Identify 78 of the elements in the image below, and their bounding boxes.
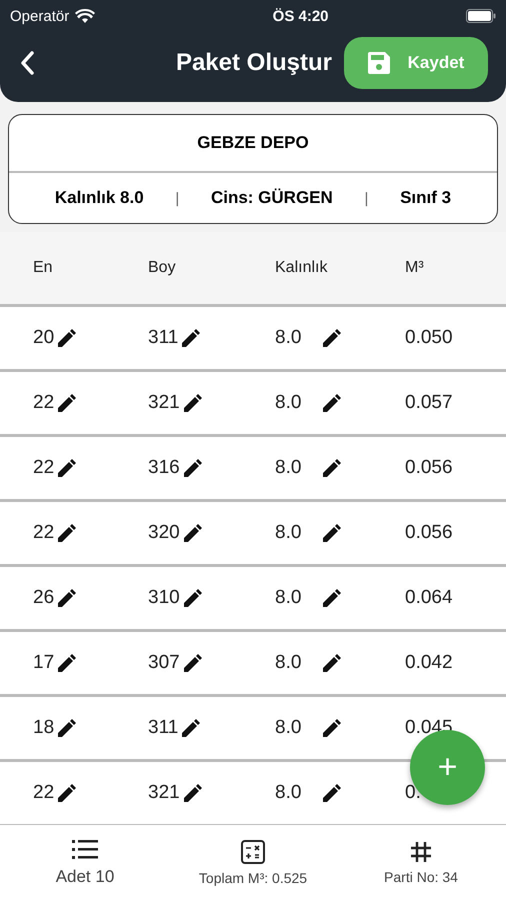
table-cell: 22 — [33, 392, 54, 414]
edit-icon[interactable] — [58, 654, 76, 672]
edit-icon[interactable] — [323, 524, 342, 542]
table-cell: 321 — [148, 392, 180, 414]
edit-icon[interactable] — [58, 459, 76, 477]
edit-icon[interactable] — [184, 524, 202, 542]
table-cell: 311 — [148, 327, 178, 349]
edit-icon[interactable] — [58, 784, 76, 802]
edit-icon[interactable] — [184, 784, 202, 802]
table-cell: 307 — [148, 652, 180, 674]
status-time: ÖS 4:20 — [272, 8, 329, 24]
table-cell: 8.0 — [275, 717, 302, 739]
numbered-list-icon — [72, 838, 98, 860]
table-cell: 8.0 — [275, 457, 302, 479]
page-title: Paket Oluştur — [176, 49, 332, 77]
table-cell: 0.057 — [405, 392, 453, 414]
bottom-bar-label: Toplam M³: 0.525 — [198, 870, 308, 886]
info-detail: Kalınlık 8.0 — [54, 188, 144, 208]
table-cell: 20 — [33, 327, 54, 349]
table-cell: 0.056 — [405, 457, 453, 479]
table-cell: 26 — [33, 587, 54, 609]
battery-icon — [466, 9, 496, 23]
carrier-name: Operatör — [10, 8, 70, 24]
edit-icon[interactable] — [184, 459, 202, 477]
bottom-bar-label: Adet 10 — [56, 866, 114, 886]
table-cell: 22 — [33, 522, 54, 544]
table-cell: 8.0 — [275, 782, 302, 804]
edit-icon[interactable] — [323, 719, 342, 737]
table-cell: 0.064 — [405, 587, 453, 609]
table-cell: 8.0 — [275, 327, 302, 349]
table-cell: 22 — [33, 782, 54, 804]
edit-icon[interactable] — [323, 394, 342, 412]
calculator-icon — [241, 840, 265, 864]
separator: | — [364, 190, 368, 206]
table-cell: 8.0 — [275, 587, 302, 609]
table-cell: 321 — [148, 782, 180, 804]
wifi-icon — [75, 8, 96, 24]
column-header: Kalınlık — [275, 259, 328, 277]
table-cell: 0.056 — [405, 522, 453, 544]
edit-icon[interactable] — [58, 589, 76, 607]
edit-icon[interactable] — [323, 784, 342, 802]
column-header: En — [33, 259, 54, 277]
table-cell: 8.0 — [275, 522, 302, 544]
back-button[interactable] — [20, 51, 34, 75]
edit-icon[interactable] — [58, 394, 76, 412]
column-header: M³ — [405, 259, 425, 277]
table-cell: 311 — [148, 717, 178, 739]
edit-icon[interactable] — [184, 654, 202, 672]
table-cell: 17 — [33, 652, 54, 674]
edit-icon[interactable] — [182, 329, 200, 347]
table-cell: 316 — [148, 457, 180, 479]
edit-icon[interactable] — [323, 589, 342, 607]
bottom-bar-label: Parti No: 34 — [384, 868, 458, 884]
table-cell: 310 — [148, 587, 180, 609]
edit-icon[interactable] — [182, 719, 200, 737]
table-cell: 8.0 — [275, 652, 302, 674]
edit-icon[interactable] — [323, 654, 342, 672]
column-header: Boy — [148, 259, 177, 277]
edit-icon[interactable] — [323, 329, 342, 347]
edit-icon[interactable] — [58, 329, 76, 347]
info-detail: Sınıf 3 — [400, 188, 452, 208]
save-button[interactable]: Kaydet — [344, 37, 488, 89]
edit-icon[interactable] — [184, 394, 202, 412]
hash-icon — [410, 840, 432, 862]
table-cell: 8.0 — [275, 392, 302, 414]
info-detail: Cins: GÜRGEN — [210, 188, 333, 208]
edit-icon[interactable] — [184, 589, 202, 607]
back-icon — [20, 51, 34, 75]
table-cell: 18 — [33, 717, 54, 739]
table-cell: 0.042 — [405, 652, 453, 674]
edit-icon[interactable] — [58, 719, 76, 737]
separator: | — [175, 190, 180, 206]
table-cell: 320 — [148, 522, 180, 544]
table-cell: 22 — [33, 457, 54, 479]
edit-icon[interactable] — [58, 524, 76, 542]
warehouse-name: GEBZE DEPO — [9, 115, 497, 173]
table-cell: 0.050 — [405, 327, 453, 349]
edit-icon[interactable] — [323, 459, 342, 477]
